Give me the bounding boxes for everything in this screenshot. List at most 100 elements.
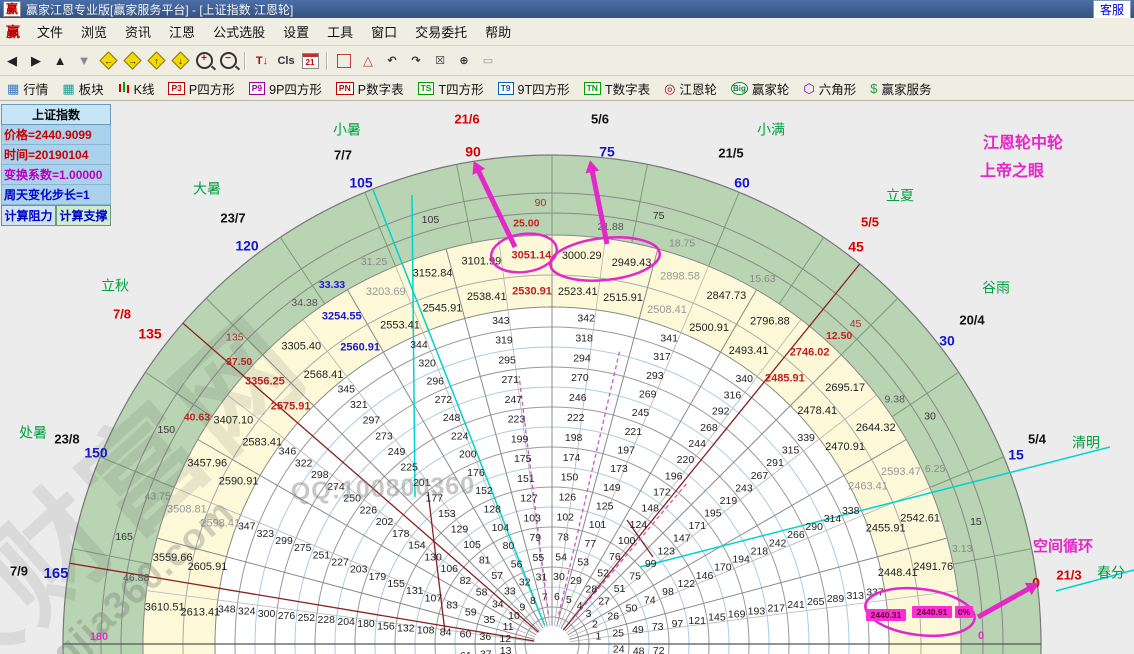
calc-support-button[interactable]: 计算支撑 bbox=[56, 205, 111, 226]
menu-item-7[interactable]: 窗口 bbox=[362, 23, 406, 42]
prev-arrow-icon[interactable]: ◀ bbox=[1, 51, 23, 71]
shift-up-icon[interactable]: ↑ bbox=[145, 51, 167, 71]
view-button-9t-square[interactable]: T99T四方形 bbox=[491, 77, 577, 100]
svg-text:346: 346 bbox=[279, 446, 297, 458]
svg-text:江恩轮中轮: 江恩轮中轮 bbox=[983, 133, 1063, 152]
menu-item-5[interactable]: 设置 bbox=[274, 23, 318, 42]
view-button-t-table[interactable]: TNT数字表 bbox=[577, 77, 657, 100]
svg-text:73: 73 bbox=[652, 621, 664, 633]
menu-item-1[interactable]: 浏览 bbox=[72, 23, 116, 42]
svg-text:31.25: 31.25 bbox=[361, 256, 387, 268]
svg-text:6.25: 6.25 bbox=[925, 463, 946, 475]
info-row-1: 时间=20190104 bbox=[1, 145, 111, 165]
svg-text:74: 74 bbox=[644, 594, 656, 606]
view-button-9p-square[interactable]: P99P四方形 bbox=[242, 77, 329, 100]
screen-icon[interactable]: ▭ bbox=[477, 51, 499, 71]
svg-text:21/3: 21/3 bbox=[1056, 567, 1081, 582]
rotate-ccw-icon[interactable]: ↶ bbox=[381, 51, 403, 71]
svg-text:221: 221 bbox=[625, 426, 643, 438]
svg-text:224: 224 bbox=[451, 430, 469, 442]
menu-item-4[interactable]: 公式选股 bbox=[204, 23, 274, 42]
view-button-hexagon[interactable]: ⬡六角形 bbox=[796, 77, 863, 100]
view-button-label: 9T四方形 bbox=[518, 79, 570, 98]
view-button-winner-service[interactable]: $赢家服务 bbox=[863, 77, 938, 100]
calc-resistance-button[interactable]: 计算阻力 bbox=[1, 205, 56, 226]
svg-text:195: 195 bbox=[704, 508, 722, 520]
svg-text:153: 153 bbox=[438, 508, 456, 520]
cls-icon[interactable]: Cls bbox=[275, 51, 297, 71]
next-arrow-icon[interactable]: ▶ bbox=[25, 51, 47, 71]
menu-item-2[interactable]: 资讯 bbox=[116, 23, 160, 42]
zoom-out-icon[interactable]: − bbox=[217, 51, 239, 71]
zoom-in-icon[interactable]: + bbox=[193, 51, 215, 71]
svg-text:313: 313 bbox=[846, 590, 864, 602]
svg-text:126: 126 bbox=[559, 492, 577, 504]
svg-text:348: 348 bbox=[218, 604, 236, 616]
svg-text:4: 4 bbox=[577, 600, 583, 612]
svg-text:3051.14: 3051.14 bbox=[511, 249, 552, 261]
square-tool-icon[interactable] bbox=[333, 51, 355, 71]
svg-text:29: 29 bbox=[570, 575, 582, 587]
pointer-up-icon[interactable]: ▲ bbox=[49, 51, 71, 71]
menu-item-9[interactable]: 帮助 bbox=[476, 23, 520, 42]
svg-text:218: 218 bbox=[751, 545, 769, 557]
rotate-cw-icon[interactable]: ↷ bbox=[405, 51, 427, 71]
p-square-icon: P3 bbox=[168, 82, 184, 95]
p-table-icon: PN bbox=[336, 82, 354, 95]
pointer-down-icon[interactable]: ▼ bbox=[73, 51, 95, 71]
menu-item-3[interactable]: 江恩 bbox=[160, 23, 204, 42]
svg-text:97: 97 bbox=[672, 618, 684, 630]
svg-text:清明: 清明 bbox=[1072, 435, 1100, 451]
svg-text:204: 204 bbox=[337, 616, 355, 628]
svg-text:2455.91: 2455.91 bbox=[866, 523, 906, 535]
svg-text:12.50: 12.50 bbox=[826, 330, 852, 342]
svg-text:228: 228 bbox=[317, 614, 335, 626]
svg-text:82: 82 bbox=[460, 575, 472, 587]
svg-text:50: 50 bbox=[626, 602, 638, 614]
view-button-gann-wheel[interactable]: ◎江恩轮 bbox=[657, 77, 724, 100]
triangle-tool-icon[interactable]: △ bbox=[357, 51, 379, 71]
view-button-p-square[interactable]: P3P四方形 bbox=[161, 77, 241, 100]
shift-left-icon[interactable]: ← bbox=[97, 51, 119, 71]
menu-item-8[interactable]: 交易委托 bbox=[406, 23, 476, 42]
view-button-sectors[interactable]: ▦板块 bbox=[55, 77, 110, 100]
support-button[interactable]: 客服 bbox=[1093, 0, 1131, 19]
center-target-icon[interactable]: ⊕ bbox=[453, 51, 475, 71]
svg-text:2553.41: 2553.41 bbox=[380, 319, 420, 331]
svg-text:79: 79 bbox=[529, 532, 541, 544]
svg-text:7/8: 7/8 bbox=[113, 306, 131, 321]
svg-text:76: 76 bbox=[609, 551, 621, 563]
t-updown-icon[interactable]: T↓ bbox=[251, 51, 273, 71]
svg-text:9: 9 bbox=[520, 601, 526, 613]
toolbar-views: ▦行情▦板块K线P3P四方形P99P四方形PNP数字表TST四方形T99T四方形… bbox=[0, 76, 1134, 101]
view-button-kline[interactable]: K线 bbox=[111, 77, 162, 100]
info-row-0: 价格=2440.9099 bbox=[1, 125, 111, 145]
svg-text:60: 60 bbox=[734, 175, 750, 191]
svg-text:270: 270 bbox=[571, 372, 589, 384]
view-button-p-table[interactable]: PNP数字表 bbox=[329, 77, 411, 100]
svg-text:194: 194 bbox=[732, 554, 750, 566]
svg-text:121: 121 bbox=[688, 615, 706, 627]
boxed-x-icon[interactable]: ☒ bbox=[429, 51, 451, 71]
view-button-t-square[interactable]: TST四方形 bbox=[411, 77, 491, 100]
svg-text:75: 75 bbox=[599, 144, 615, 160]
shift-right-icon[interactable]: → bbox=[121, 51, 143, 71]
svg-text:251: 251 bbox=[313, 549, 331, 561]
quotes-icon: ▦ bbox=[7, 82, 19, 95]
svg-text:18.75: 18.75 bbox=[669, 237, 695, 249]
svg-text:123: 123 bbox=[657, 545, 675, 557]
svg-text:2463.41: 2463.41 bbox=[848, 481, 888, 493]
view-button-winner-wheel[interactable]: Big赢家轮 bbox=[724, 77, 796, 100]
svg-text:2847.73: 2847.73 bbox=[707, 290, 747, 302]
calendar-icon[interactable]: 21 bbox=[299, 51, 321, 71]
svg-text:49: 49 bbox=[632, 624, 644, 636]
svg-text:5/4: 5/4 bbox=[1028, 431, 1047, 446]
svg-text:9.38: 9.38 bbox=[885, 393, 906, 405]
view-button-quotes[interactable]: ▦行情 bbox=[0, 77, 55, 100]
svg-text:25.00: 25.00 bbox=[513, 218, 539, 230]
svg-text:31: 31 bbox=[536, 572, 548, 584]
svg-text:150: 150 bbox=[561, 472, 579, 484]
menu-item-6[interactable]: 工具 bbox=[318, 23, 362, 42]
shift-down-icon[interactable]: ↓ bbox=[169, 51, 191, 71]
menu-item-0[interactable]: 文件 bbox=[28, 23, 72, 42]
